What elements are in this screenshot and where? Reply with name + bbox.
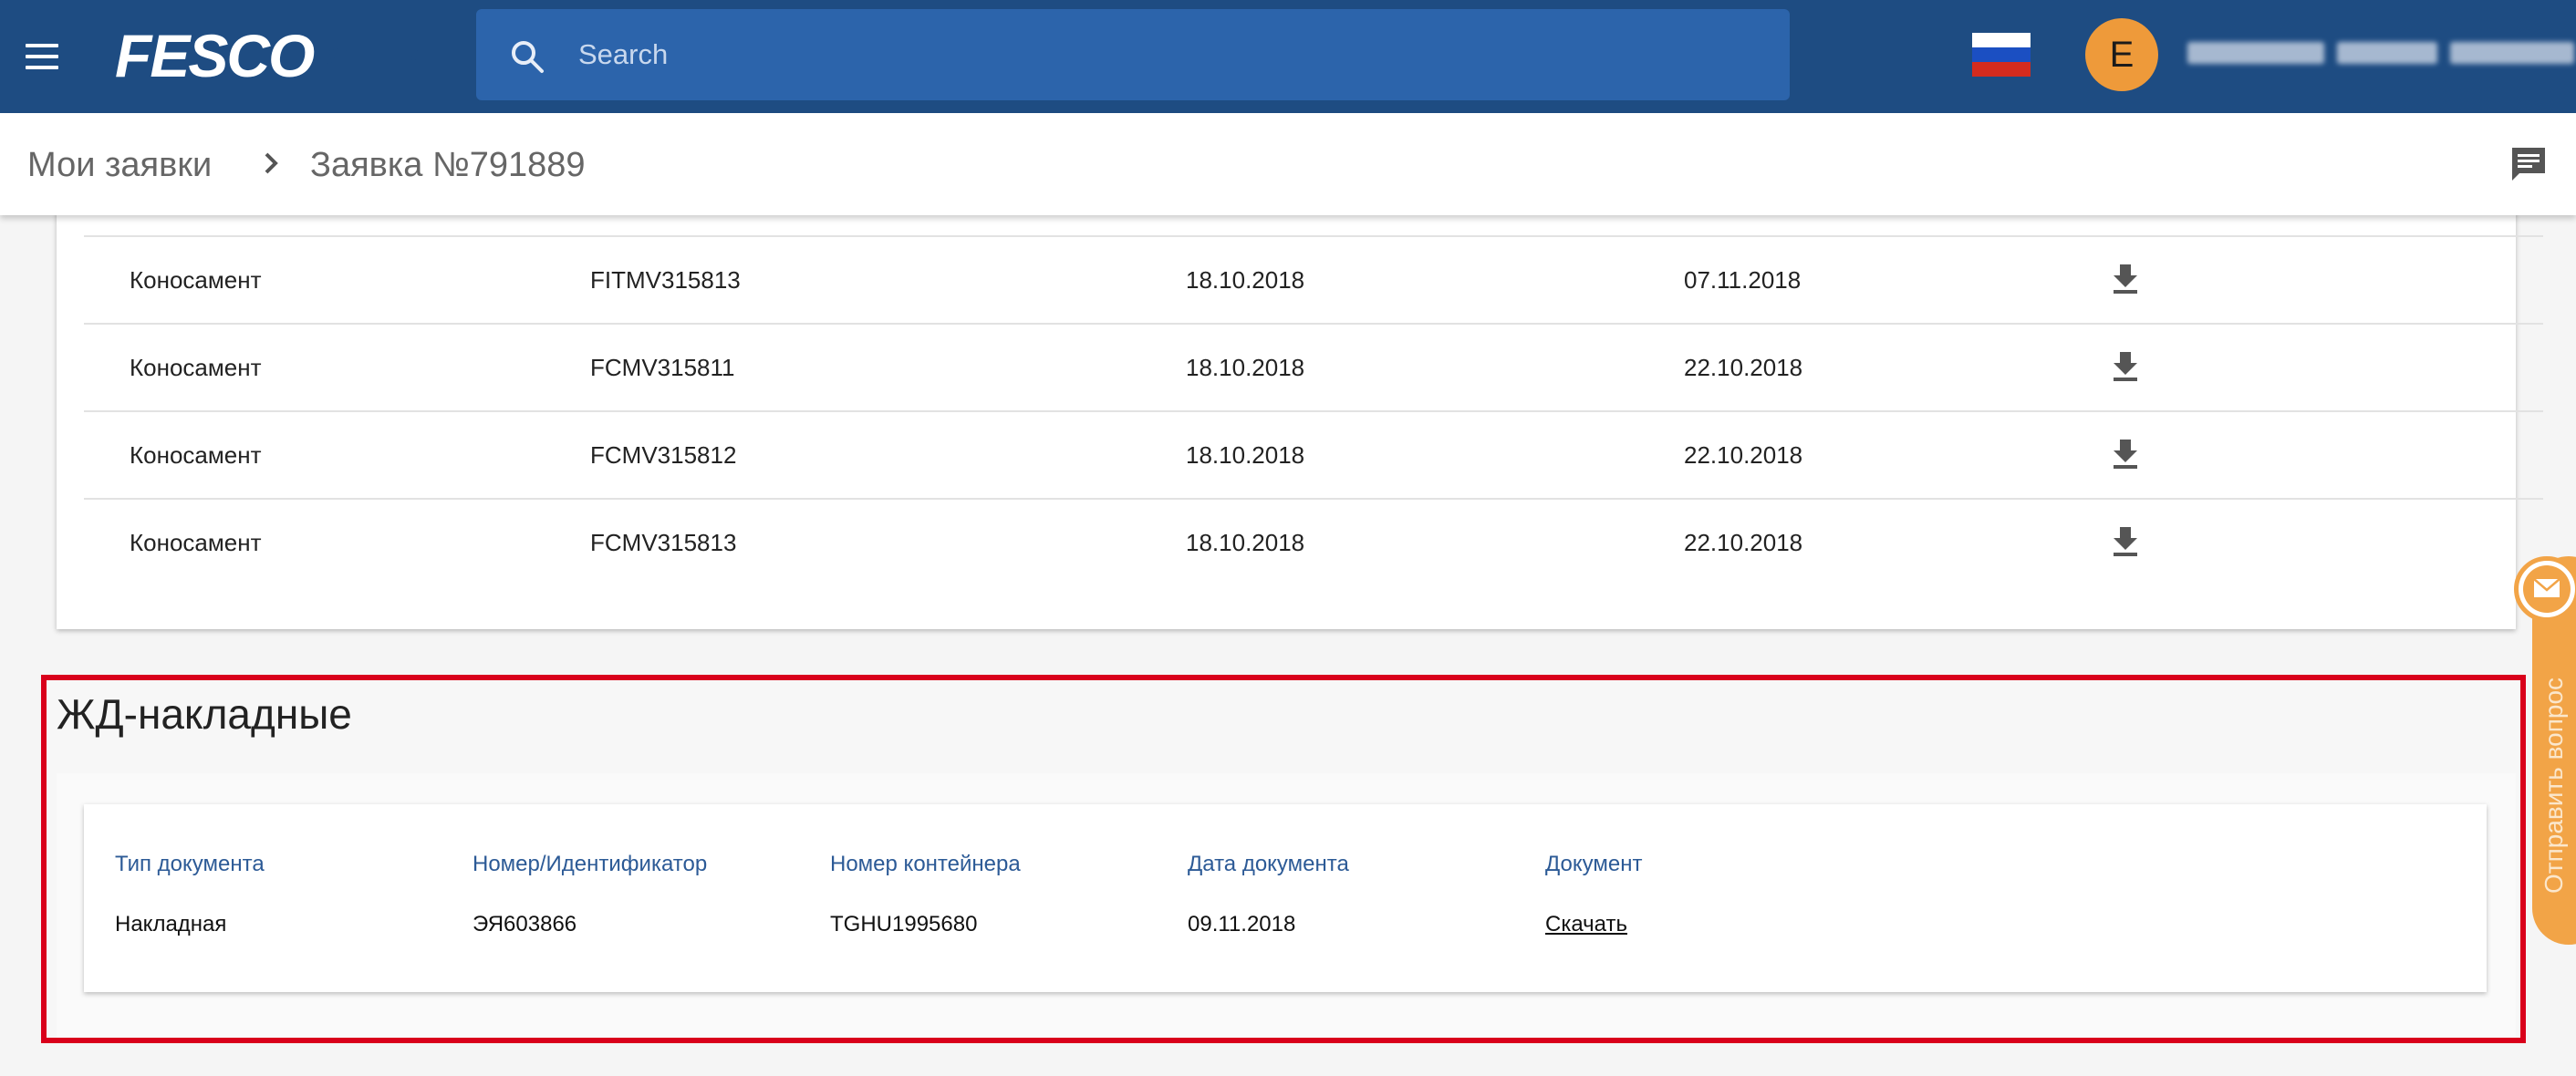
breadcrumb-current-request: Заявка №791889 — [310, 146, 586, 184]
column-header-container: Номер контейнера — [830, 852, 1021, 876]
waybill-number: ЭЯ603866 — [473, 912, 577, 936]
download-link[interactable]: Скачать — [1545, 912, 1627, 937]
russia-flag-icon[interactable] — [1972, 33, 2031, 77]
search-bar[interactable] — [476, 9, 1790, 100]
waybill-type: Накладная — [115, 912, 227, 936]
doc-date-2: 22.10.2018 — [1684, 354, 1803, 381]
table-row: Коносамент FCMV315811 18.10.2018 22.10.2… — [84, 323, 2543, 410]
doc-number: FCMV315811 — [590, 354, 735, 381]
doc-date: 18.10.2018 — [1186, 529, 1305, 556]
doc-date: 18.10.2018 — [1186, 441, 1305, 469]
table-row: Коносамент FCMV315813 18.10.2018 22.10.2… — [84, 498, 2543, 585]
column-header-date: Дата документа — [1188, 852, 1349, 876]
menu-icon[interactable] — [22, 36, 62, 77]
blurred-user-name[interactable] — [2187, 42, 2576, 67]
download-icon[interactable] — [2107, 434, 2144, 471]
column-header-document: Документ — [1545, 852, 1643, 876]
doc-date-2: 07.11.2018 — [1684, 266, 1802, 294]
chevron-right-icon — [265, 152, 278, 174]
ask-question-label[interactable]: Отправить вопрос — [2540, 678, 2569, 894]
table-row: Коносамент FITMV315813 18.10.2018 07.11.… — [84, 235, 2543, 323]
bills-of-lading-card: Коносамент FITMV315813 18.10.2018 07.11.… — [57, 182, 2543, 629]
doc-type: Коносамент — [130, 529, 262, 556]
doc-type: Коносамент — [130, 266, 262, 294]
fesco-logo[interactable]: FESCO — [111, 22, 421, 89]
breadcrumb-my-requests[interactable]: Мои заявки — [27, 146, 212, 185]
doc-date-2: 22.10.2018 — [1684, 441, 1803, 469]
railway-waybills-title: ЖД-накладные — [57, 690, 352, 738]
doc-number: FCMV315812 — [590, 441, 737, 469]
doc-type: Коносамент — [130, 441, 262, 469]
doc-date: 18.10.2018 — [1186, 354, 1305, 381]
doc-number: FCMV315813 — [590, 529, 737, 556]
mail-icon[interactable] — [2514, 556, 2576, 622]
top-bar: FESCO E — [0, 0, 2576, 113]
avatar[interactable]: E — [2085, 18, 2158, 91]
chat-icon[interactable] — [2508, 144, 2549, 184]
railway-waybills-table: Тип документа Номер/Идентификатор Номер … — [84, 804, 2487, 992]
doc-type: Коносамент — [130, 354, 262, 381]
doc-date-2: 22.10.2018 — [1684, 529, 1803, 556]
brand-name: FESCO — [115, 26, 315, 86]
download-icon[interactable] — [2107, 522, 2144, 558]
download-icon[interactable] — [2107, 259, 2144, 295]
column-header-doc-type: Тип документа — [115, 852, 265, 876]
search-input[interactable] — [578, 31, 1746, 78]
waybill-date: 09.11.2018 — [1188, 912, 1296, 936]
doc-date: 18.10.2018 — [1186, 266, 1305, 294]
table-row: Коносамент FCMV315812 18.10.2018 22.10.2… — [84, 410, 2543, 498]
doc-number: FITMV315813 — [590, 266, 741, 294]
search-icon — [512, 41, 544, 73]
download-icon[interactable] — [2107, 347, 2144, 383]
waybill-container: TGHU1995680 — [830, 912, 978, 936]
breadcrumb: Мои заявки Заявка №791889 — [0, 113, 2576, 215]
column-header-number: Номер/Идентификатор — [473, 852, 708, 876]
